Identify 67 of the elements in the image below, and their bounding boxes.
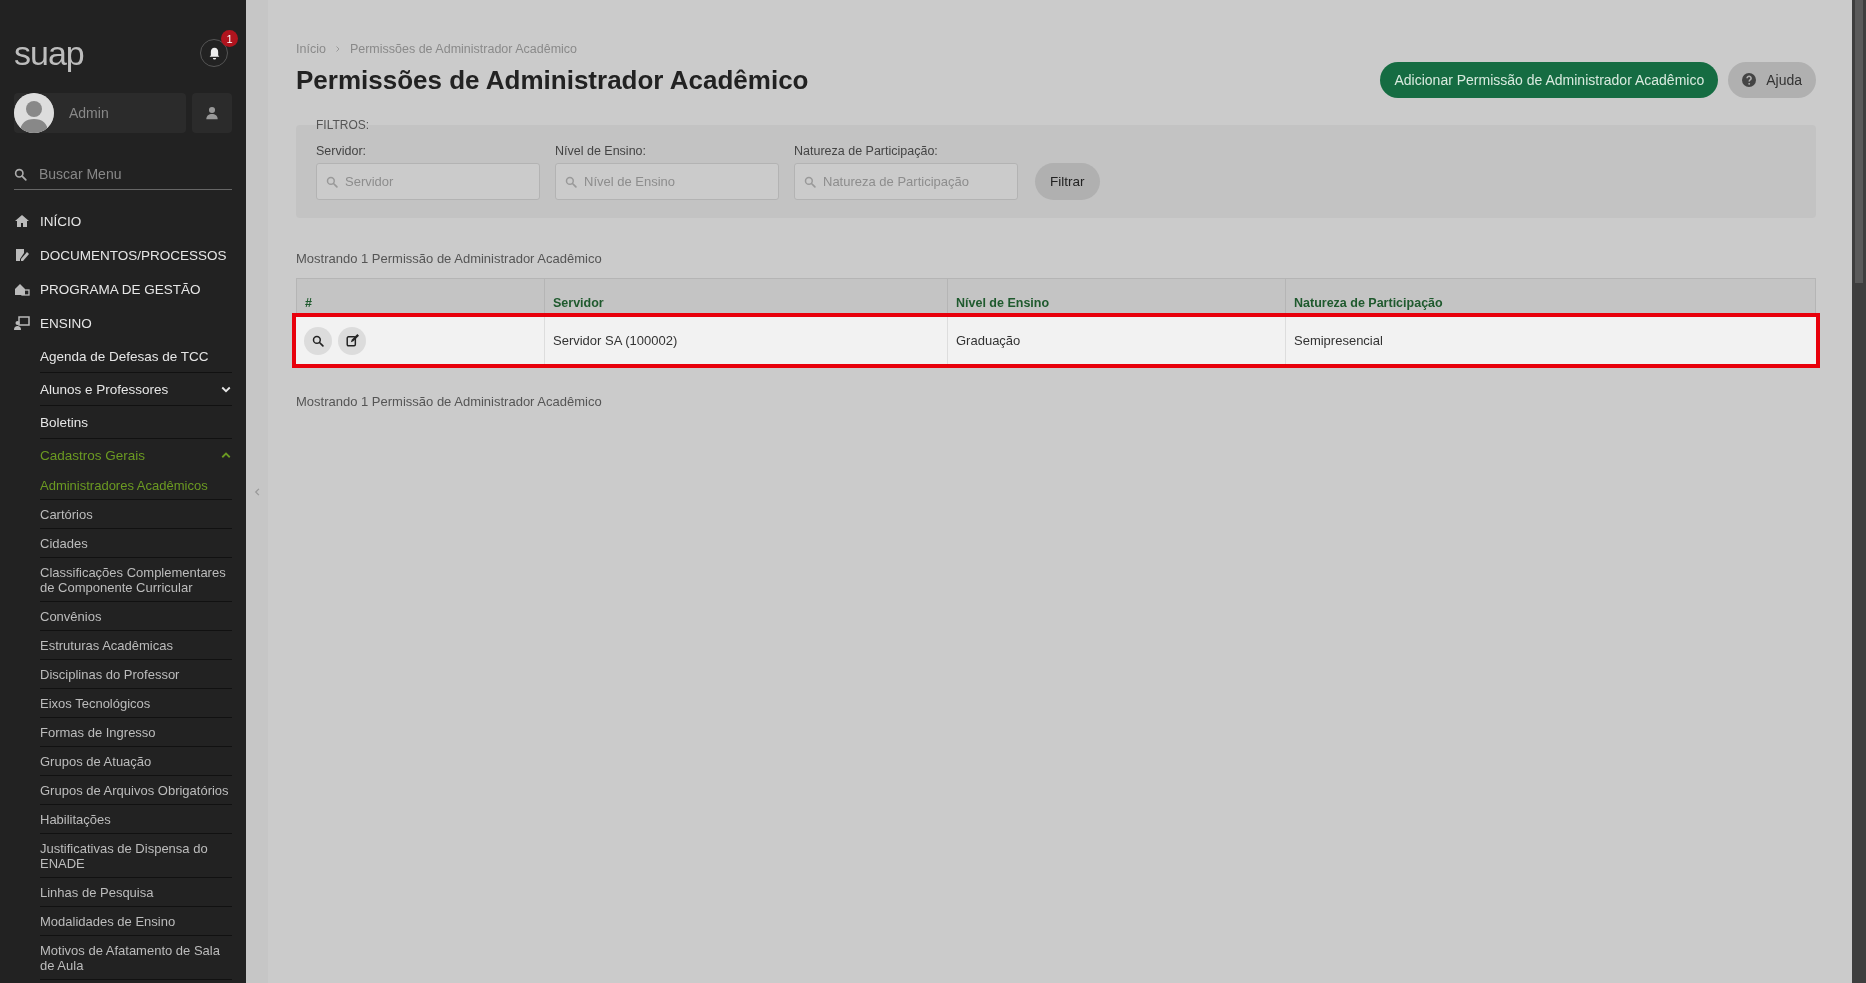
edit-icon	[345, 334, 359, 347]
table-cell: Semipresencial	[1285, 317, 1816, 364]
teacher-board-icon	[14, 315, 30, 331]
scrollbar[interactable]	[1852, 0, 1866, 983]
search-icon	[312, 334, 324, 347]
submenu-link[interactable]: Estruturas Acadêmicas	[40, 631, 232, 660]
submenu-link[interactable]: Modalidades de Ensino	[40, 907, 232, 936]
submenu-link[interactable]: Eixos Tecnológicos	[40, 689, 232, 718]
submenu-link[interactable]: Convênios	[40, 602, 232, 631]
view-button[interactable]	[304, 326, 332, 355]
filter-input[interactable]: Nível de Ensino	[555, 163, 779, 200]
search-icon	[14, 168, 27, 181]
submenu-group[interactable]: Cadastros Gerais	[40, 439, 232, 471]
column-header: #	[296, 278, 544, 314]
menu-item[interactable]: INÍCIO	[0, 204, 246, 238]
page-title: Permissões de Administrador Acadêmico	[296, 64, 809, 96]
submenu-link[interactable]: Boletins	[40, 406, 232, 439]
filter-input[interactable]: Servidor	[316, 163, 540, 200]
user-name-field[interactable]: Admin	[14, 93, 186, 133]
field-label: Natureza de Participação:	[794, 144, 939, 158]
add-button[interactable]: Adicionar Permissão de Administrador Acadêmico	[1380, 62, 1719, 98]
results-count: Mostrando 1 Permissão de Administrador Acadêmico	[296, 251, 603, 266]
submenu-link[interactable]: Disciplinas do Professor	[40, 660, 232, 689]
submenu-link[interactable]: Classificações Complementares de Componente Curricular	[40, 558, 232, 602]
user-icon	[205, 106, 219, 120]
logo-text: suap	[14, 33, 84, 73]
search-icon	[565, 176, 577, 188]
search-icon	[804, 176, 816, 188]
search-icon	[326, 176, 338, 188]
submenu-link[interactable]: Motivos de Afatamento de Sala de Aula	[40, 936, 232, 980]
submenu-link[interactable]: Administradores Acadêmicos	[40, 471, 232, 500]
bell-icon	[207, 46, 221, 60]
results-count: Mostrando 1 Permissão de Administrador Acadêmico	[296, 394, 603, 409]
field-label: Nível de Ensino:	[555, 144, 648, 158]
chevron-right-icon	[333, 45, 342, 53]
question-icon	[1742, 73, 1757, 87]
notification-count: 1	[221, 30, 238, 47]
submenu-link[interactable]: Cidades	[40, 529, 232, 558]
home-icon	[14, 213, 30, 229]
column-header: Natureza de Participação	[1285, 278, 1816, 314]
menu-item[interactable]: DOCUMENTOS/PROCESSOS	[0, 238, 246, 272]
building-icon	[14, 281, 30, 297]
menu-item[interactable]: PROGRAMA DE GESTÃO	[0, 272, 246, 306]
submenu-link[interactable]: Linhas de Pesquisa	[40, 878, 232, 907]
submenu-link[interactable]: Grupos de Atuação	[40, 747, 232, 776]
filter-button[interactable]: Filtrar	[1035, 163, 1100, 200]
filter-legend: FILTROS:	[316, 118, 370, 132]
menu-item[interactable]: ENSINO	[0, 306, 246, 340]
filter-input[interactable]: Natureza de Participação	[794, 163, 1018, 200]
submenu-group[interactable]: Alunos e Professores	[40, 373, 232, 406]
submenu-link[interactable]: Grupos de Arquivos Obrigatórios	[40, 776, 232, 805]
menu-search-field[interactable]: Buscar Menu	[14, 166, 232, 190]
document-pen-icon	[14, 247, 30, 263]
column-header: Nível de Ensino	[947, 278, 1285, 314]
submenu-link[interactable]: Habilitações	[40, 805, 232, 834]
field-label: Servidor:	[316, 144, 368, 158]
table-cell: Servidor SA (100002)	[544, 317, 947, 364]
submenu-link[interactable]: Agenda de Defesas de TCC	[40, 340, 232, 373]
edit-button[interactable]	[338, 326, 366, 355]
submenu-link[interactable]: Cartórios	[40, 500, 232, 529]
table-cell: Graduação	[947, 317, 1285, 364]
help-button[interactable]: Ajuda	[1728, 62, 1816, 98]
submenu-link[interactable]: Justificativas de Dispensa do ENADE	[40, 834, 232, 878]
avatar-silhouette	[14, 93, 54, 133]
profile-button[interactable]	[192, 93, 232, 133]
column-header: Servidor	[544, 278, 947, 314]
submenu-link[interactable]: Formas de Ingresso	[40, 718, 232, 747]
